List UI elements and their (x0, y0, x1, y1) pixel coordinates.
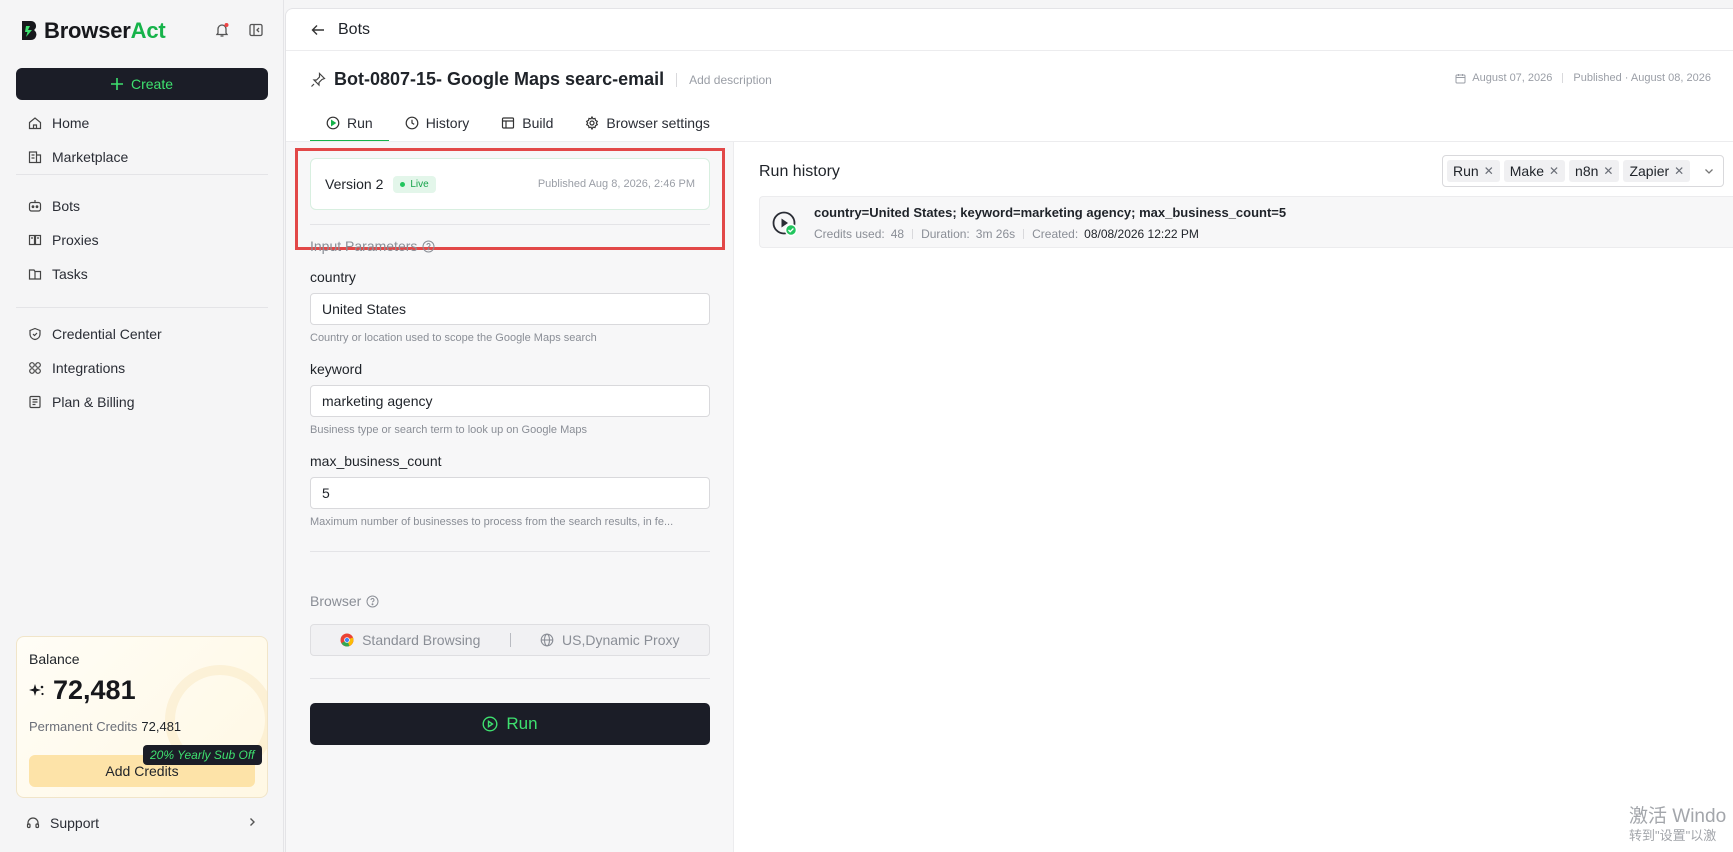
version-published: Published Aug 8, 2026, 2:46 PM (537, 178, 695, 190)
chevron-right-icon (246, 816, 258, 828)
max-business-count-hint: Maximum number of businesses to process … (310, 516, 674, 528)
back-arrow-icon[interactable] (310, 22, 326, 38)
run-button[interactable]: Run (310, 703, 710, 745)
browser-title: Browser (310, 593, 379, 609)
run-params: country=United States; keyword=marketing… (814, 205, 1287, 220)
headset-icon (26, 816, 40, 830)
sidebar-item-integrations[interactable]: Integrations (16, 351, 268, 385)
app-name: BrowserAct (44, 18, 166, 43)
integrations-icon (28, 361, 42, 375)
run-info: Credits used: 48 Duration: 3m 26s Created:… (814, 227, 1199, 241)
live-badge: Live (393, 175, 436, 193)
sidebar-item-home[interactable]: Home (16, 106, 268, 140)
tab-browser-settings[interactable]: Browser settings (569, 104, 725, 142)
browser-mode: Standard Browsing (311, 632, 510, 648)
help-icon[interactable] (366, 595, 379, 608)
filter-chip-zapier[interactable]: Zapier ✕ (1623, 160, 1691, 182)
country-hint: Country or location used to scope the Go… (310, 332, 597, 344)
filter-chip-make[interactable]: Make ✕ (1503, 160, 1566, 182)
sidebar-item-credential-center[interactable]: Credential Center (16, 317, 268, 351)
country-label: country (310, 269, 356, 285)
logo[interactable]: BrowserAct (20, 18, 166, 44)
topbar: Bots (286, 9, 1733, 51)
bot-icon (28, 199, 42, 213)
bot-meta: August 07, 2026 Published · August 08, 2… (1455, 72, 1711, 84)
globe-icon (540, 633, 554, 647)
tasks-icon (28, 267, 42, 281)
version-card[interactable]: Version 2 Live Published Aug 8, 2026, 2:… (310, 158, 710, 210)
source-filter-select[interactable]: Run ✕ Make ✕ n8n ✕ Zapier ✕ (1442, 155, 1724, 187)
tab-build[interactable]: Build (485, 104, 569, 142)
page-title: Bot-0807-15- Google Maps searc-email (334, 69, 665, 89)
input-parameters-title: Input Parameters (310, 238, 435, 254)
sidebar: BrowserAct Create Home Marketplace Bots (0, 0, 284, 852)
play-circle-icon (482, 716, 498, 732)
tab-run[interactable]: Run (310, 104, 389, 142)
gear-icon (585, 116, 599, 130)
help-icon[interactable] (422, 240, 435, 253)
close-icon: ✕ (1674, 164, 1685, 178)
credential-icon (28, 327, 42, 341)
marketplace-icon (28, 150, 42, 164)
version-name: Version 2 (325, 176, 384, 192)
keyword-label: keyword (310, 361, 363, 377)
sidebar-item-proxies[interactable]: Proxies (16, 223, 268, 257)
run-history-row[interactable]: country=United States; keyword=marketing… (759, 196, 1733, 248)
proxies-icon (28, 233, 42, 247)
tabs: Run History Build Browser settings (310, 104, 726, 142)
run-success-icon (772, 211, 798, 237)
filter-chip-n8n[interactable]: n8n ✕ (1569, 160, 1620, 182)
clock-icon (405, 116, 419, 130)
published-date: Published · August 08, 2026 (1573, 72, 1711, 84)
max-business-count-label: max_business_count (310, 453, 442, 469)
plus-icon (110, 78, 123, 90)
balance-card: Balance 72,481 Permanent Credits 72,481 A… (16, 636, 268, 798)
billing-icon (28, 395, 42, 409)
keyword-input[interactable] (310, 385, 710, 417)
close-icon: ✕ (1548, 164, 1560, 178)
build-icon (501, 116, 515, 130)
breadcrumb-bots[interactable]: Bots (338, 21, 370, 39)
run-form-panel: Version 2 Live Published Aug 8, 2026, 2:… (286, 142, 734, 852)
play-circle-icon (326, 116, 340, 130)
tab-history[interactable]: History (389, 104, 486, 142)
close-icon: ✕ (1603, 164, 1614, 178)
run-history-title: Run history (759, 163, 840, 180)
collapse-sidebar-icon[interactable] (248, 22, 264, 38)
keyword-hint: Business type or search term to look up … (310, 424, 587, 436)
country-input[interactable] (310, 293, 710, 325)
sidebar-item-marketplace[interactable]: Marketplace (16, 140, 268, 174)
chevron-down-icon (1703, 165, 1715, 177)
main-panel: Bots Bot-0807-15- Google Maps searc-emai… (285, 8, 1733, 852)
home-icon (28, 116, 42, 130)
chrome-icon (340, 633, 354, 647)
browser-proxy: US,Dynamic Proxy (511, 632, 710, 648)
create-label: Create (130, 76, 174, 92)
support-link[interactable]: Support (16, 808, 268, 838)
sidebar-item-tasks[interactable]: Tasks (16, 257, 268, 291)
bot-title-row: Bot-0807-15- Google Maps searc-email Add… (310, 69, 772, 90)
calendar-icon (1455, 73, 1466, 84)
browseract-logo-icon (22, 21, 37, 40)
browser-selector[interactable]: Standard Browsing US,Dynamic Proxy (310, 624, 710, 656)
bot-pin-icon (310, 71, 326, 88)
create-button[interactable]: Create (16, 68, 268, 100)
add-description-link[interactable]: Add description (689, 73, 772, 87)
permanent-credits: Permanent Credits 72,481 (29, 719, 182, 734)
max-business-count-input[interactable] (310, 477, 710, 509)
filter-chip-run[interactable]: Run ✕ (1447, 160, 1500, 182)
close-icon: ✕ (1483, 164, 1494, 178)
balance-amount: 72,481 (29, 675, 136, 706)
windows-activation-watermark: 激活 Windo 转到"设置"以激 (1629, 806, 1727, 843)
created-date: August 07, 2026 (1472, 72, 1553, 84)
sidebar-item-bots[interactable]: Bots (16, 189, 268, 223)
notification-bell-icon[interactable] (214, 22, 230, 38)
promo-badge: 20% Yearly Sub Off (143, 745, 262, 765)
sidebar-item-plan-billing[interactable]: Plan & Billing (16, 385, 268, 419)
balance-title: Balance (29, 651, 80, 667)
sparkle-icon (29, 683, 45, 699)
